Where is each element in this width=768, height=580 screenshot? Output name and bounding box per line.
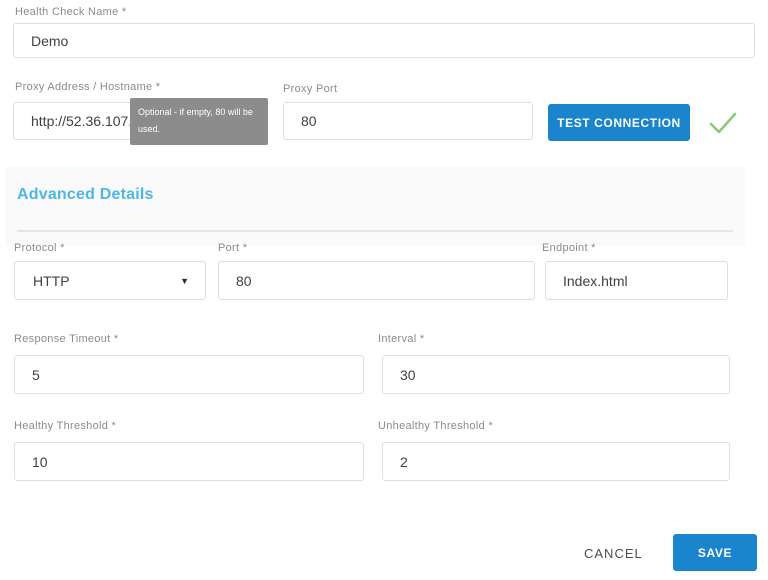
healthy-threshold-label: Healthy Threshold *	[14, 420, 116, 432]
section-divider	[17, 230, 733, 232]
health-check-form: Health Check Name * Proxy Address / Host…	[0, 0, 768, 580]
proxy-port-input[interactable]	[283, 102, 533, 140]
advanced-details-title: Advanced Details	[17, 186, 154, 204]
interval-input[interactable]	[382, 355, 730, 394]
unhealthy-threshold-input[interactable]	[382, 442, 730, 481]
save-button[interactable]: SAVE	[673, 534, 757, 571]
protocol-label: Protocol *	[14, 242, 65, 254]
port-input[interactable]	[218, 261, 535, 300]
healthy-threshold-input[interactable]	[14, 442, 364, 481]
tooltip-text: Optional - if empty, 80 will be used.	[138, 107, 253, 134]
proxy-port-label: Proxy Port	[283, 83, 337, 95]
endpoint-input[interactable]	[545, 261, 728, 300]
protocol-select[interactable]: HTTP ▼	[14, 261, 206, 300]
unhealthy-threshold-label: Unhealthy Threshold *	[378, 420, 493, 432]
chevron-down-icon: ▼	[180, 276, 189, 286]
health-check-name-label: Health Check Name *	[15, 6, 126, 18]
response-timeout-input[interactable]	[14, 355, 364, 394]
port-label: Port *	[218, 242, 247, 254]
health-check-name-input[interactable]	[13, 23, 755, 58]
advanced-details-panel: Advanced Details	[5, 167, 745, 246]
interval-label: Interval *	[378, 333, 424, 345]
response-timeout-label: Response Timeout *	[14, 333, 118, 345]
endpoint-label: Endpoint *	[542, 242, 596, 254]
connection-success-check-icon	[706, 107, 740, 139]
proxy-port-tooltip: Optional - if empty, 80 will be used.	[130, 98, 268, 145]
cancel-button[interactable]: CANCEL	[572, 540, 655, 567]
protocol-selected-value: HTTP	[33, 273, 70, 289]
test-connection-button[interactable]: TEST CONNECTION	[548, 104, 690, 141]
proxy-address-label: Proxy Address / Hostname *	[15, 81, 160, 93]
